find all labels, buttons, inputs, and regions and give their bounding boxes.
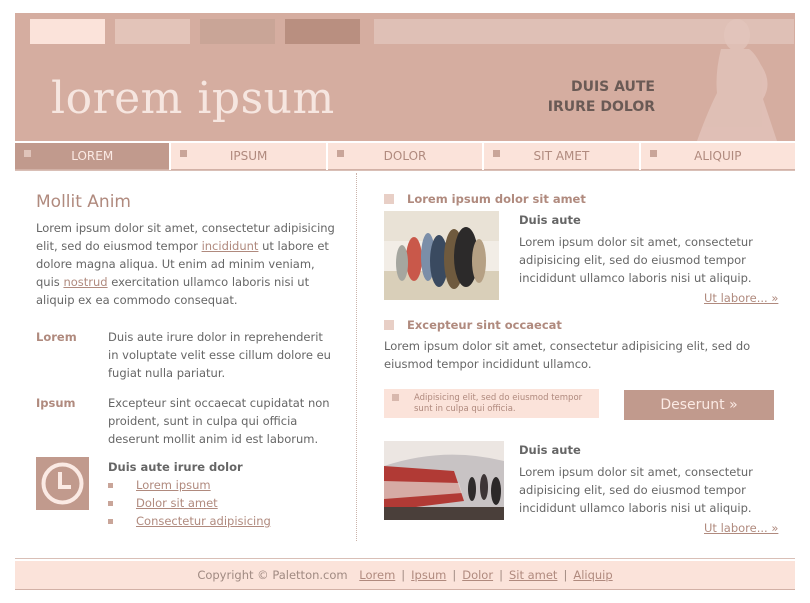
nav-item-label: SIT AMET — [533, 149, 590, 163]
woman-silhouette-image — [697, 19, 777, 141]
nav-square-icon — [649, 150, 657, 157]
nostrud-link[interactable]: nostrud — [63, 275, 107, 289]
incididunt-link[interactable]: incididunt — [202, 239, 259, 253]
tagline-line-1: DUIS AUTE — [570, 79, 655, 95]
square-bullet-icon — [384, 320, 394, 330]
list-item: Lorem ipsum — [108, 476, 271, 494]
list-link-dolor-sit-amet[interactable]: Dolor sit amet — [136, 496, 218, 510]
footer-link-aliquip[interactable]: Aliquip — [573, 568, 612, 582]
article-1-more-link[interactable]: Ut labore... » — [704, 291, 778, 305]
clock-icon — [36, 457, 89, 510]
article-2-text: Lorem ipsum dolor sit amet, consectetur … — [519, 465, 753, 515]
section-heading-2: Excepteur sint occaecat — [384, 318, 562, 332]
list-link-consectetur[interactable]: Consectetur adipisicing — [136, 514, 271, 528]
link-list: Duis aute irure dolor Lorem ipsum Dolor … — [108, 458, 271, 530]
info-note-text: Adipisicing elit, sed do eiusmod tempor … — [414, 393, 583, 414]
color-swatch-1 — [30, 19, 105, 44]
nav-divider — [15, 170, 795, 171]
nav-item-label: ALIQUIP — [694, 149, 742, 163]
nav-item-label: DOLOR — [383, 149, 427, 163]
left-column: Mollit Anim Lorem ipsum dolor sit amet, … — [36, 193, 336, 309]
link-list-title: Duis aute irure dolor — [108, 460, 243, 474]
tagline-line-2: IRURE DOLOR — [547, 99, 655, 115]
nav-item-label: IPSUM — [229, 149, 268, 163]
section-heading-text: Lorem ipsum dolor sit amet — [407, 192, 586, 206]
article-1-text: Lorem ipsum dolor sit amet, consectetur … — [519, 235, 753, 285]
footer-divider — [15, 558, 795, 559]
nav-item-sit-amet[interactable]: SIT AMET — [484, 143, 639, 170]
footer-link-ipsum[interactable]: Ipsum — [411, 568, 446, 582]
article-1-subtitle: Duis aute — [519, 213, 581, 227]
footer: Copyright © Paletton.com Lorem | Ipsum | Dol… — [15, 561, 795, 590]
site-logo[interactable]: lorem ipsum — [51, 73, 335, 124]
color-swatch-3 — [200, 19, 275, 44]
nav-square-icon — [24, 150, 31, 157]
article-2-more-link[interactable]: Ut labore... » — [704, 521, 778, 535]
footer-link-dolor[interactable]: Dolor — [462, 568, 493, 582]
link-list-items: Lorem ipsum Dolor sit amet Consectetur a… — [108, 476, 271, 530]
nav-square-icon — [180, 150, 188, 157]
definition-term: Lorem — [36, 330, 77, 344]
article-2-subtitle: Duis aute — [519, 443, 581, 457]
section-2-text: Lorem ipsum dolor sit amet, consectetur … — [384, 339, 751, 371]
footer-link-sit-amet[interactable]: Sit amet — [509, 568, 558, 582]
nav-square-icon — [493, 150, 501, 157]
nav-square-icon — [336, 150, 344, 157]
definition-description: Duis aute irure dolor in reprehenderit i… — [108, 330, 331, 380]
nav-item-aliquip[interactable]: ALIQUIP — [640, 143, 796, 170]
info-note: Adipisicing elit, sed do eiusmod tempor … — [384, 389, 599, 418]
list-item: Dolor sit amet — [108, 494, 271, 512]
list-link-lorem-ipsum[interactable]: Lorem ipsum — [136, 478, 211, 492]
square-bullet-icon — [384, 194, 394, 204]
left-title: Mollit Anim — [36, 192, 131, 212]
footer-link-lorem[interactable]: Lorem — [359, 568, 395, 582]
main-nav: LOREM IPSUM DOLOR SIT AMET ALIQUIP — [15, 143, 796, 170]
section-heading-1: Lorem ipsum dolor sit amet — [384, 192, 586, 206]
color-swatch-2 — [115, 19, 190, 44]
nav-item-label: LOREM — [71, 149, 114, 163]
column-divider — [356, 173, 357, 541]
square-bullet-icon — [392, 394, 399, 401]
color-swatch-4 — [285, 19, 360, 44]
section-heading-text: Excepteur sint occaecat — [407, 318, 562, 332]
copyright-text: Copyright © Paletton.com — [197, 568, 348, 582]
intro-paragraph: Lorem ipsum dolor sit amet, consectetur … — [36, 219, 336, 309]
subway-photo — [384, 441, 504, 520]
list-item: Consectetur adipisicing — [108, 512, 271, 530]
header: lorem ipsum DUIS AUTE IRURE DOLOR — [15, 13, 795, 141]
deserunt-button[interactable]: Deserunt » — [624, 390, 774, 420]
header-tagline: DUIS AUTE IRURE DOLOR — [548, 77, 655, 117]
crowd-photo — [384, 211, 499, 300]
definition-description: Excepteur sint occaecat cupidatat non pr… — [108, 396, 330, 446]
definition-term: Ipsum — [36, 396, 76, 410]
nav-item-dolor[interactable]: DOLOR — [327, 143, 483, 170]
nav-item-ipsum[interactable]: IPSUM — [171, 143, 326, 170]
nav-item-lorem[interactable]: LOREM — [15, 143, 170, 170]
